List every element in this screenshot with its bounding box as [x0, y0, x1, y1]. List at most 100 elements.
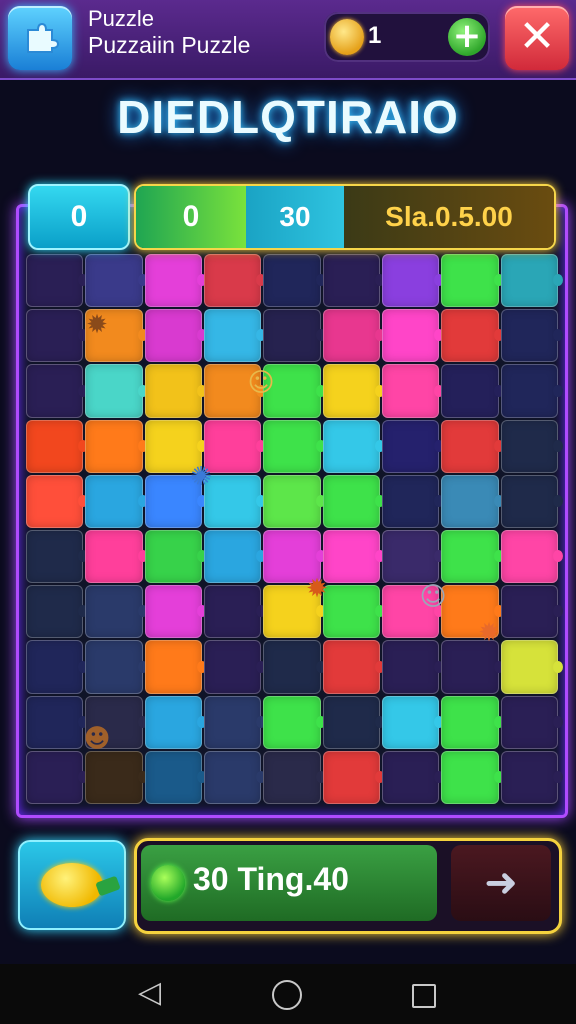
score-left: 0: [28, 184, 130, 250]
puzzle-tile[interactable]: [26, 640, 89, 694]
puzzle-tile[interactable]: [85, 364, 149, 418]
nav-recents-button[interactable]: [412, 984, 436, 1008]
coin-count: 1: [368, 22, 382, 49]
critter-cat-icon[interactable]: ☺: [239, 361, 283, 405]
critter-orange-icon[interactable]: ✹: [467, 611, 511, 655]
puzzle-tile[interactable]: [203, 585, 267, 639]
puzzle-tile[interactable]: [203, 695, 267, 749]
puzzle-tile[interactable]: [322, 309, 386, 363]
puzzle-tile[interactable]: [203, 309, 267, 363]
puzzle-tile[interactable]: [500, 254, 564, 308]
puzzle-tile[interactable]: [26, 419, 89, 473]
puzzle-tile[interactable]: [441, 254, 505, 308]
puzzle-tile[interactable]: [263, 419, 327, 473]
page-title: DIEDLQTIRAIO: [117, 91, 459, 143]
critter-bear-icon[interactable]: ☻: [75, 717, 119, 761]
puzzle-tile[interactable]: [263, 695, 327, 749]
puzzle-tile[interactable]: [85, 530, 149, 584]
puzzle-tile[interactable]: [441, 309, 505, 363]
puzzle-tile[interactable]: [26, 750, 89, 804]
puzzle-tile[interactable]: [381, 695, 445, 749]
nav-back-button[interactable]: ◁: [138, 978, 161, 1008]
puzzle-tile[interactable]: [263, 640, 327, 694]
puzzle-tile[interactable]: [203, 530, 267, 584]
puzzle-tile[interactable]: [263, 474, 327, 528]
close-button[interactable]: ✕: [505, 6, 569, 70]
puzzle-board[interactable]: ✹ ☺ ✺ ✹ ☺ ✹ ☻: [16, 204, 568, 818]
puzzle-tile[interactable]: [441, 530, 505, 584]
puzzle-tile[interactable]: [500, 419, 564, 473]
puzzle-tile[interactable]: [381, 474, 445, 528]
puzzle-tile[interactable]: [500, 474, 564, 528]
puzzle-tile[interactable]: [144, 530, 208, 584]
puzzle-tile[interactable]: [26, 309, 89, 363]
puzzle-tile[interactable]: [144, 254, 208, 308]
puzzle-tile[interactable]: [441, 695, 505, 749]
puzzle-tile[interactable]: [322, 254, 386, 308]
nav-home-button[interactable]: [272, 980, 302, 1010]
coin-counter: 1 +: [324, 12, 490, 62]
puzzle-tile[interactable]: [263, 254, 327, 308]
lemon-powerup-button[interactable]: [18, 840, 126, 930]
puzzle-tile[interactable]: [322, 474, 386, 528]
puzzle-tile[interactable]: [500, 364, 564, 418]
top-bar: Puzzle Puzzaiin Puzzle 1 + ✕: [0, 0, 576, 80]
puzzle-tile[interactable]: [500, 530, 564, 584]
score-segment-a: 0: [136, 186, 246, 248]
action-label: 30 Ting.40: [193, 861, 349, 897]
puzzle-tile[interactable]: [322, 695, 386, 749]
puzzle-tile[interactable]: [441, 419, 505, 473]
puzzle-piece-icon: [27, 22, 60, 53]
puzzle-tile[interactable]: [263, 750, 327, 804]
puzzle-tile[interactable]: [144, 750, 208, 804]
puzzle-tile[interactable]: [441, 750, 505, 804]
puzzle-tile[interactable]: [500, 640, 564, 694]
puzzle-tile[interactable]: [381, 640, 445, 694]
puzzle-tile[interactable]: [500, 750, 564, 804]
puzzle-tile[interactable]: [26, 530, 89, 584]
puzzle-tile[interactable]: [26, 474, 89, 528]
puzzle-tile[interactable]: [85, 585, 149, 639]
puzzle-tile[interactable]: [381, 364, 445, 418]
next-arrow-button[interactable]: ➜: [451, 845, 551, 921]
puzzle-tile[interactable]: [26, 585, 89, 639]
puzzle-tile[interactable]: [26, 254, 89, 308]
puzzle-tile[interactable]: [85, 254, 149, 308]
app-icon[interactable]: [8, 6, 72, 70]
puzzle-tile[interactable]: [381, 419, 445, 473]
critter-grey-cat-icon[interactable]: ☺: [411, 575, 455, 619]
puzzle-tile[interactable]: [144, 640, 208, 694]
score-segment-c: Sla.0.5.00: [344, 186, 554, 248]
critter-spiky-icon[interactable]: ✺: [179, 455, 223, 499]
puzzle-tile[interactable]: [381, 254, 445, 308]
puzzle-tile[interactable]: [144, 309, 208, 363]
puzzle-tile[interactable]: [144, 695, 208, 749]
critter-fox-icon[interactable]: ✹: [295, 567, 339, 611]
puzzle-tile[interactable]: [203, 750, 267, 804]
puzzle-tile[interactable]: [85, 474, 149, 528]
puzzle-tile[interactable]: [144, 585, 208, 639]
puzzle-tile[interactable]: [322, 364, 386, 418]
critter-brown-icon[interactable]: ✹: [75, 303, 119, 347]
add-coins-button[interactable]: +: [448, 18, 486, 56]
action-button[interactable]: 30 Ting.40: [141, 845, 437, 921]
action-bar: 30 Ting.40 ➜: [134, 838, 562, 934]
puzzle-tile[interactable]: [381, 309, 445, 363]
puzzle-tile[interactable]: [144, 364, 208, 418]
puzzle-tile[interactable]: [441, 364, 505, 418]
puzzle-tile[interactable]: [500, 695, 564, 749]
puzzle-tile[interactable]: [322, 640, 386, 694]
puzzle-tile[interactable]: [322, 419, 386, 473]
puzzle-tile[interactable]: [322, 750, 386, 804]
puzzle-tile[interactable]: [85, 419, 149, 473]
puzzle-tile[interactable]: [263, 309, 327, 363]
puzzle-tile[interactable]: [500, 309, 564, 363]
puzzle-tile[interactable]: [203, 254, 267, 308]
gem-icon: [151, 865, 185, 901]
app-title-line1: Puzzle: [88, 6, 155, 31]
puzzle-tile[interactable]: [26, 364, 89, 418]
puzzle-tile[interactable]: [441, 474, 505, 528]
puzzle-tile[interactable]: [381, 750, 445, 804]
puzzle-tile[interactable]: [85, 640, 149, 694]
puzzle-tile[interactable]: [203, 640, 267, 694]
